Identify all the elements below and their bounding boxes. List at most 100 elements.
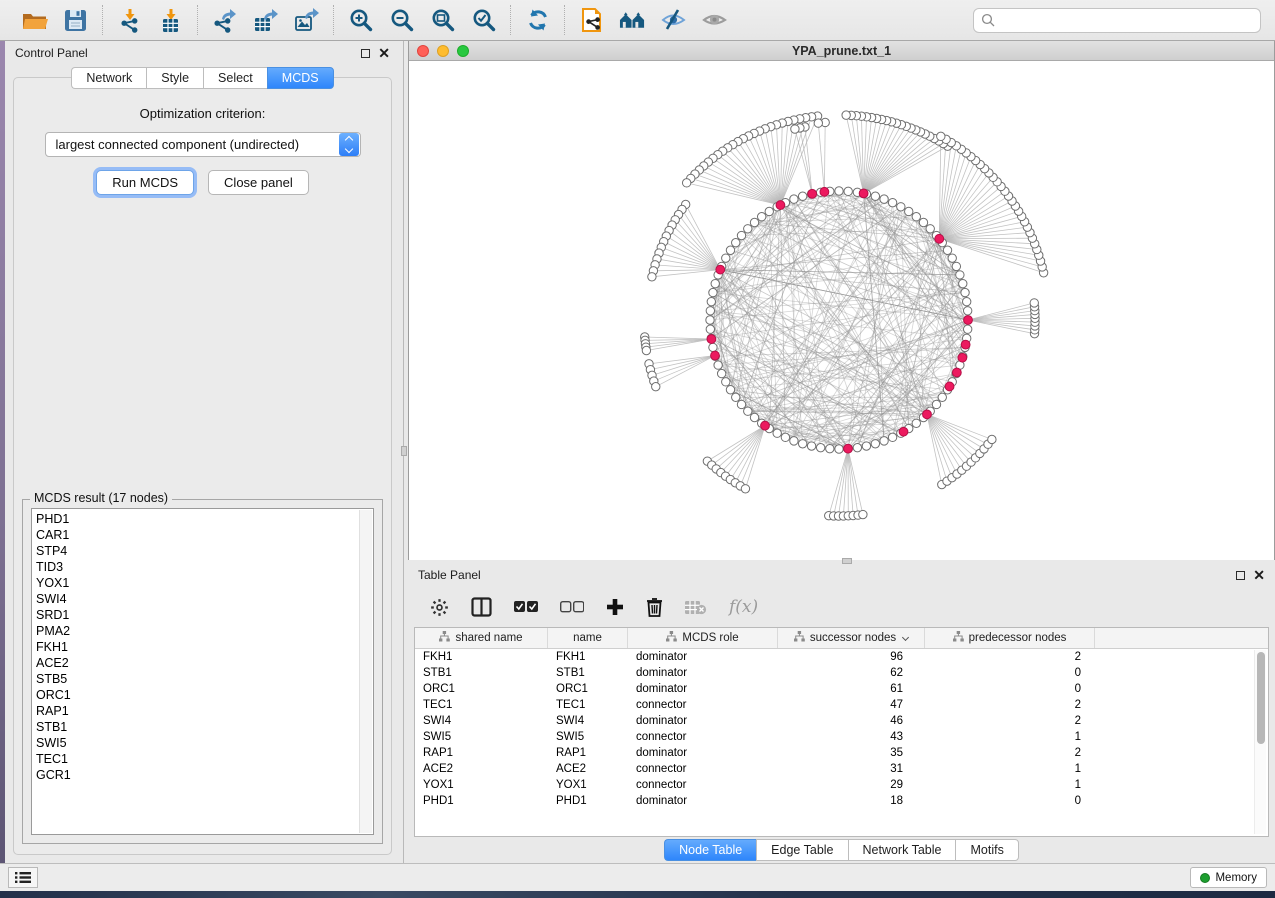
control-panel: Control Panel ✕ NetworkStyleSelectMCDS O… [5, 41, 400, 863]
mcds-result-item[interactable]: STB1 [36, 719, 358, 735]
mcds-result-item[interactable]: SWI5 [36, 735, 358, 751]
task-history-button[interactable] [8, 867, 38, 888]
cell-succ: 61 [778, 681, 925, 697]
column-header-successor-nodes[interactable]: successor nodes [778, 628, 925, 648]
cell-succ: 29 [778, 777, 925, 793]
cell-pred: 0 [925, 793, 1095, 809]
import-network-icon[interactable] [116, 7, 143, 34]
tab-network[interactable]: Network [71, 67, 146, 89]
splitter-handle[interactable] [401, 446, 407, 456]
mcds-result-item[interactable]: YOX1 [36, 575, 358, 591]
table-row[interactable]: SWI5SWI5connector431 [415, 729, 1268, 745]
tab-edge-table[interactable]: Edge Table [756, 839, 847, 861]
mcds-result-item[interactable]: STP4 [36, 543, 358, 559]
add-row-icon[interactable] [606, 598, 624, 616]
mcds-list-scrollbar[interactable] [359, 510, 372, 833]
column-header-name[interactable]: name [548, 628, 628, 648]
mcds-result-item[interactable]: CAR1 [36, 527, 358, 543]
deselect-all-icon[interactable] [560, 600, 584, 614]
tab-mcds[interactable]: MCDS [267, 67, 334, 89]
new-network-from-selection-icon[interactable] [578, 7, 605, 34]
open-file-icon[interactable] [21, 7, 48, 34]
table-row[interactable]: STB1STB1dominator620 [415, 665, 1268, 681]
float-table-panel-icon[interactable] [1236, 571, 1245, 580]
export-network-icon[interactable] [211, 7, 238, 34]
network-window-titlebar[interactable]: YPA_prune.txt_1 [409, 41, 1274, 61]
table-row[interactable]: YOX1YOX1connector291 [415, 777, 1268, 793]
zoom-in-icon[interactable] [347, 7, 374, 34]
table-header-row: shared namenameMCDS rolesuccessor nodes p… [415, 628, 1268, 649]
hide-selected-icon[interactable] [660, 7, 687, 34]
mcds-result-item[interactable]: PHD1 [36, 511, 358, 527]
import-table-icon[interactable] [157, 7, 184, 34]
mcds-result-item[interactable]: SRD1 [36, 607, 358, 623]
zoom-selected-icon[interactable] [470, 7, 497, 34]
mcds-result-item[interactable]: RAP1 [36, 703, 358, 719]
network-graph[interactable] [409, 61, 1275, 558]
cell-name: SWI4 [548, 713, 628, 729]
memory-button[interactable]: Memory [1190, 867, 1267, 888]
horizontal-splitter-handle[interactable] [842, 558, 852, 564]
mcds-result-item[interactable]: ORC1 [36, 687, 358, 703]
mcds-result-list[interactable]: PHD1CAR1STP4TID3YOX1SWI4SRD1PMA2FKH1ACE2… [31, 508, 374, 835]
cell-role: connector [628, 777, 778, 793]
mcds-result-item[interactable]: ACE2 [36, 655, 358, 671]
table-row[interactable]: FKH1FKH1dominator962 [415, 649, 1268, 665]
table-row[interactable]: PHD1PHD1dominator180 [415, 793, 1268, 809]
table-scrollbar[interactable] [1254, 650, 1266, 834]
optimization-criterion-select[interactable]: largest connected component (undirected) [45, 132, 361, 157]
network-canvas[interactable] [409, 61, 1274, 563]
mcds-result-item[interactable]: FKH1 [36, 639, 358, 655]
mcds-result-item[interactable]: PMA2 [36, 623, 358, 639]
column-header-predecessor-nodes[interactable]: predecessor nodes [925, 628, 1095, 648]
select-all-icon[interactable] [514, 600, 538, 614]
delete-row-icon[interactable] [646, 597, 663, 617]
close-panel-icon[interactable]: ✕ [378, 48, 390, 58]
table-panel-title: Table Panel [418, 568, 1236, 582]
export-table-icon[interactable] [252, 7, 279, 34]
cell-shared: ACE2 [415, 761, 548, 777]
node-table: shared namenameMCDS rolesuccessor nodes p… [414, 627, 1269, 837]
table-row[interactable]: ACE2ACE2connector311 [415, 761, 1268, 777]
table-row[interactable]: SWI4SWI4dominator462 [415, 713, 1268, 729]
mcds-result-item[interactable]: GCR1 [36, 767, 358, 783]
mcds-result-item[interactable]: TID3 [36, 559, 358, 575]
close-table-panel-icon[interactable]: ✕ [1253, 570, 1265, 580]
float-panel-icon[interactable] [361, 49, 370, 58]
tab-network-table[interactable]: Network Table [848, 839, 956, 861]
column-label: predecessor nodes [969, 632, 1067, 644]
search-box[interactable] [973, 8, 1261, 33]
function-builder-icon: f(x) [729, 597, 758, 617]
show-column-icon[interactable] [471, 597, 492, 617]
refresh-view-icon[interactable] [524, 7, 551, 34]
tab-style[interactable]: Style [146, 67, 203, 89]
show-all-icon[interactable] [701, 7, 728, 34]
tab-node-table[interactable]: Node Table [664, 839, 756, 861]
column-header-shared-name[interactable]: shared name [415, 628, 548, 648]
table-scrollbar-thumb[interactable] [1257, 652, 1265, 744]
close-panel-button[interactable]: Close panel [208, 170, 309, 195]
mcds-result-item[interactable]: TEC1 [36, 751, 358, 767]
table-row[interactable]: ORC1ORC1dominator610 [415, 681, 1268, 697]
zoom-fit-icon[interactable] [429, 7, 456, 34]
cell-pred: 1 [925, 777, 1095, 793]
search-input[interactable] [1000, 13, 1253, 27]
tab-select[interactable]: Select [203, 67, 267, 89]
table-settings-icon[interactable] [430, 598, 449, 617]
table-row[interactable]: RAP1RAP1dominator352 [415, 745, 1268, 761]
table-row[interactable]: TEC1TEC1connector472 [415, 697, 1268, 713]
first-neighbors-icon[interactable] [619, 7, 646, 34]
mcds-result-item[interactable]: STB5 [36, 671, 358, 687]
column-header-MCDS-role[interactable]: MCDS role [628, 628, 778, 648]
zoom-out-icon[interactable] [388, 7, 415, 34]
save-session-icon[interactable] [62, 7, 89, 34]
tab-motifs[interactable]: Motifs [955, 839, 1018, 861]
cell-shared: PHD1 [415, 793, 548, 809]
panel-splitter[interactable] [400, 41, 408, 863]
cell-succ: 47 [778, 697, 925, 713]
cell-shared: FKH1 [415, 649, 548, 665]
cell-name: PHD1 [548, 793, 628, 809]
mcds-result-item[interactable]: SWI4 [36, 591, 358, 607]
export-image-icon[interactable] [293, 7, 320, 34]
run-mcds-button[interactable]: Run MCDS [96, 170, 194, 195]
